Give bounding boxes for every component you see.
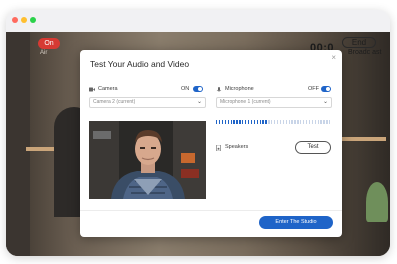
level-segment: [276, 120, 279, 124]
level-segment: [224, 120, 227, 124]
level-segment: [245, 120, 247, 124]
speakers-section-label: Speakers: [216, 144, 249, 151]
audio-video-test-dialog: Test Your Audio and Video × Camera ON Ca…: [80, 50, 342, 237]
camera-select[interactable]: Camera 2 (current) ⌄: [89, 97, 206, 108]
stage-left-edge: [6, 32, 30, 256]
chevron-down-icon: ⌄: [196, 99, 202, 105]
microphone-toggle-state: OFF: [308, 86, 319, 92]
close-window-button[interactable]: [12, 17, 18, 23]
level-segment: [236, 120, 238, 124]
background-shelf: [341, 137, 386, 141]
close-icon[interactable]: ×: [331, 54, 336, 62]
level-segment: [291, 120, 293, 124]
level-segment: [308, 120, 311, 124]
microphone-label: Microphone: [225, 86, 254, 92]
level-segment: [305, 120, 308, 124]
level-segment: [294, 120, 296, 124]
speakers-label: Speakers: [225, 144, 249, 150]
level-segment: [253, 120, 256, 124]
level-segment: [323, 120, 325, 124]
level-segment: [262, 120, 264, 124]
level-segment: [239, 120, 241, 124]
microphone-icon: [216, 86, 222, 92]
level-segment: [300, 120, 302, 124]
level-segment: [218, 120, 221, 124]
level-segment: [303, 120, 305, 124]
level-segment: [233, 120, 235, 124]
level-segment: [265, 120, 267, 124]
level-segment: [256, 120, 258, 124]
level-segment: [314, 120, 316, 124]
level-segment: [274, 120, 276, 124]
level-segment: [242, 120, 244, 124]
level-segment: [230, 120, 232, 124]
live-badge: On: [38, 38, 60, 49]
level-segment: [259, 120, 261, 124]
level-segment: [282, 120, 285, 124]
microphone-select[interactable]: Microphone 1 (current) ⌄: [216, 97, 332, 108]
microphone-toggle[interactable]: [321, 86, 331, 92]
speaker-icon: [216, 144, 222, 151]
maximize-window-button[interactable]: [30, 17, 36, 23]
level-segment: [279, 120, 282, 124]
background-plant: [366, 182, 388, 222]
dialog-footer-divider: [80, 210, 342, 211]
level-segment: [326, 120, 328, 124]
level-segment: [221, 120, 224, 124]
camera-preview-image: [89, 121, 206, 199]
level-segment: [247, 120, 250, 124]
level-segment: [320, 120, 322, 124]
level-segment: [297, 120, 299, 124]
end-broadcast-button[interactable]: End: [342, 37, 376, 48]
microphone-level-meter: [216, 120, 332, 124]
camera-icon: [89, 87, 95, 92]
level-segment: [317, 120, 319, 124]
microphone-section-label: Microphone: [216, 86, 254, 92]
end-broadcast-subtext: Broadc ast: [348, 49, 382, 56]
microphone-select-value: Microphone 1 (current): [220, 99, 271, 105]
level-segment: [311, 120, 314, 124]
level-segment: [216, 120, 218, 124]
camera-select-value: Camera 2 (current): [93, 99, 136, 105]
camera-section-label: Camera: [89, 86, 118, 92]
camera-preview: [89, 121, 206, 199]
level-segment: [288, 120, 290, 124]
chevron-down-icon: ⌄: [322, 99, 328, 105]
camera-toggle-state: ON: [181, 86, 190, 92]
enter-studio-button[interactable]: Enter The Studio: [259, 216, 333, 229]
minimize-window-button[interactable]: [21, 17, 27, 23]
camera-label: Camera: [98, 86, 118, 92]
dialog-title: Test Your Audio and Video: [90, 59, 190, 69]
level-segment: [268, 120, 270, 124]
test-speakers-button[interactable]: Test: [295, 141, 331, 154]
level-segment: [250, 120, 253, 124]
level-segment: [227, 120, 229, 124]
level-segment: [285, 120, 287, 124]
live-badge-subtext: Air: [40, 50, 48, 56]
level-segment: [329, 120, 331, 124]
window-titlebar: [6, 10, 390, 32]
camera-toggle[interactable]: [193, 86, 203, 92]
level-segment: [271, 120, 273, 124]
